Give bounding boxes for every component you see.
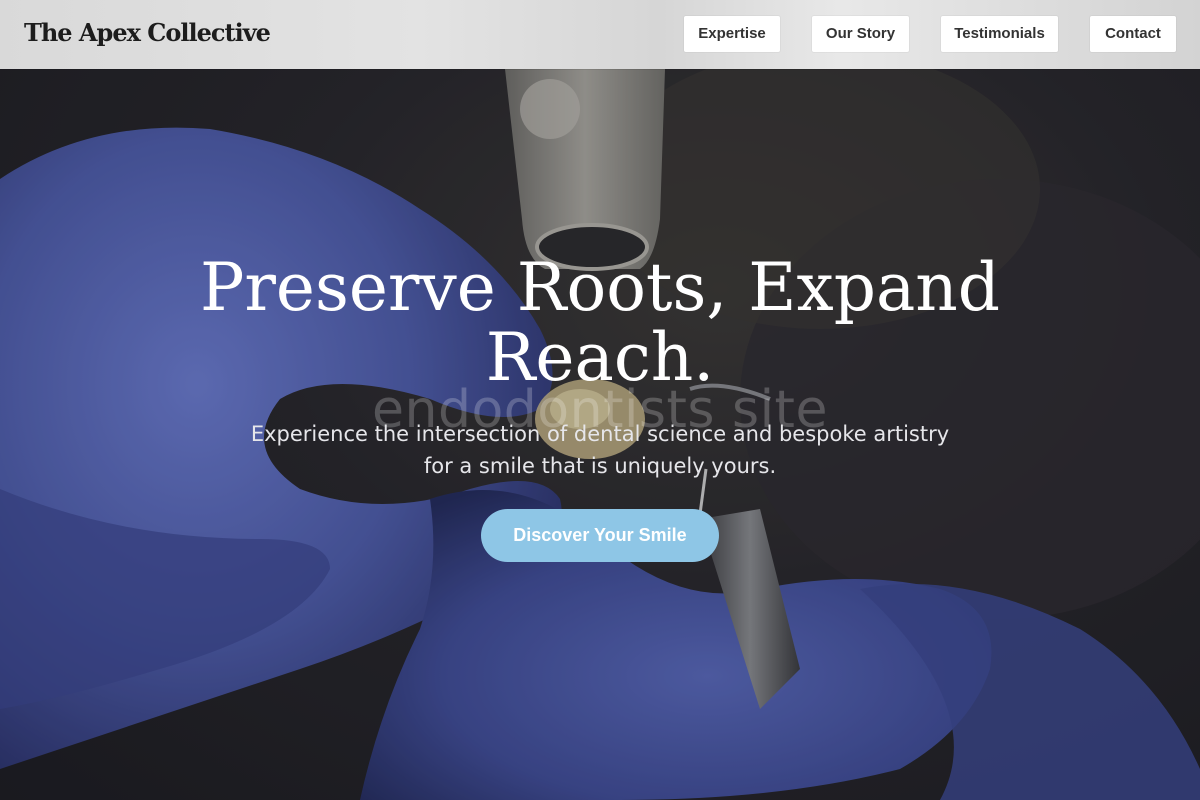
nav-testimonials-button[interactable]: Testimonials — [941, 16, 1058, 52]
page: The Apex Collective Expertise Our Story … — [0, 0, 1200, 800]
hero-title: Preserve Roots, Expand Reach. — [0, 253, 1200, 393]
brand-logo-text[interactable]: The Apex Collective — [24, 18, 271, 47]
nav-expertise-button[interactable]: Expertise — [684, 16, 780, 52]
hero-title-line-2: Reach. — [485, 319, 715, 396]
nav-our-story-button[interactable]: Our Story — [812, 16, 909, 52]
hero-title-line-1: Preserve Roots, Expand — [199, 249, 1001, 326]
site-header: The Apex Collective Expertise Our Story … — [0, 0, 1200, 69]
discover-your-smile-button[interactable]: Discover Your Smile — [481, 509, 719, 562]
nav-contact-button[interactable]: Contact — [1090, 16, 1176, 52]
hero-subtitle: Experience the intersection of dental sc… — [250, 422, 950, 478]
